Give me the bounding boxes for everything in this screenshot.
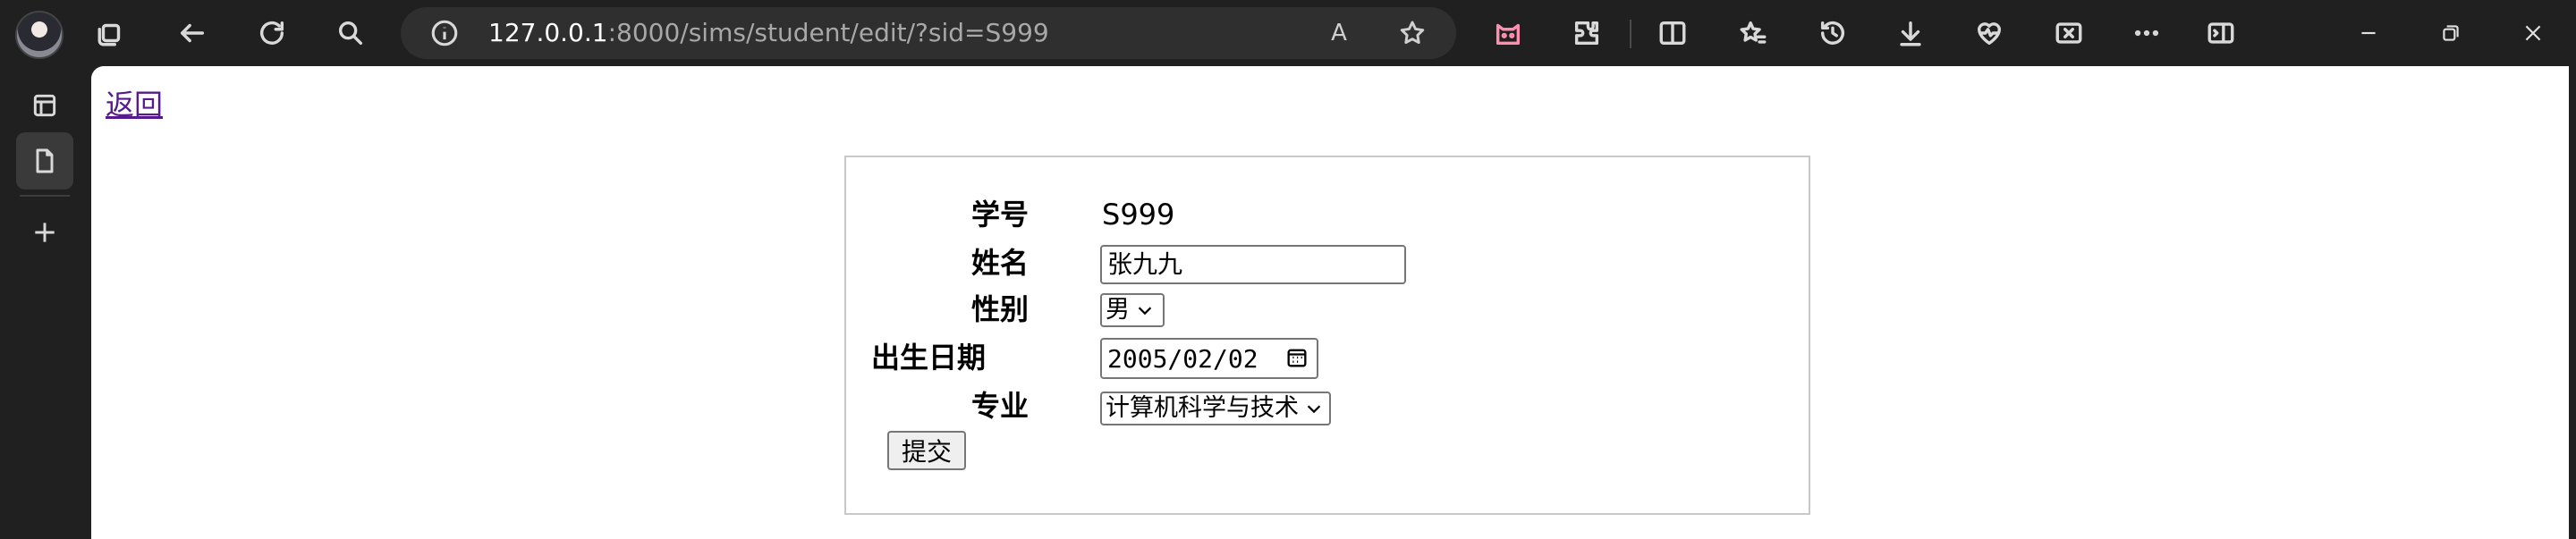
close-window-icon[interactable] xyxy=(2506,11,2560,55)
browser-toolbar: 127.0.0.1:8000/sims/student/edit/?sid=S9… xyxy=(0,0,2576,66)
site-info-icon[interactable] xyxy=(429,18,460,48)
toolbar-separator xyxy=(1630,20,1631,48)
birth-label: 出生日期 xyxy=(871,341,987,375)
workspaces-icon[interactable] xyxy=(89,11,133,55)
sid-value: S999 xyxy=(1102,198,1175,232)
url-path: :8000/sims/student/edit/?sid=S999 xyxy=(607,18,1049,47)
major-select[interactable]: 计算机科学与技术 xyxy=(1100,392,1331,425)
address-bar[interactable]: 127.0.0.1:8000/sims/student/edit/?sid=S9… xyxy=(401,7,1456,59)
read-aloud-label: A xyxy=(1331,20,1347,46)
chevron-down-icon xyxy=(1307,405,1321,414)
sidebar-divider xyxy=(20,195,70,197)
read-aloud-icon[interactable]: A xyxy=(1317,11,1361,55)
extensions-puzzle-icon[interactable] xyxy=(1564,11,1609,55)
gender-label: 性别 xyxy=(970,292,1029,326)
chevron-down-icon xyxy=(1138,307,1152,316)
url-host: 127.0.0.1 xyxy=(488,18,608,47)
name-input[interactable]: 张九九 xyxy=(1100,245,1406,284)
current-tab-page-icon[interactable] xyxy=(16,132,73,189)
cat-extension-icon[interactable] xyxy=(1486,11,1530,55)
major-label: 专业 xyxy=(970,389,1029,423)
submit-button[interactable]: 提交 xyxy=(887,431,966,470)
gender-select[interactable]: 男 xyxy=(1100,293,1165,327)
vertical-tabs-sidebar xyxy=(0,66,89,539)
url-text[interactable]: 127.0.0.1:8000/sims/student/edit/?sid=S9… xyxy=(488,18,1049,48)
calendar-icon[interactable] xyxy=(1284,345,1311,372)
browser-essentials-icon[interactable] xyxy=(1967,11,2012,55)
sidebar-toggle-icon[interactable] xyxy=(2199,11,2243,55)
minimize-icon[interactable] xyxy=(2342,11,2395,55)
favorites-icon[interactable] xyxy=(1731,11,1775,55)
gender-selected-value: 男 xyxy=(1106,296,1130,324)
more-options-icon[interactable] xyxy=(2124,11,2169,55)
new-tab-plus-icon[interactable] xyxy=(16,204,73,261)
birth-date-input[interactable]: 2005/02/02 xyxy=(1100,338,1318,379)
downloads-icon[interactable] xyxy=(1888,11,1933,55)
split-screen-icon[interactable] xyxy=(1650,11,1695,55)
page-content: 返回 学号 S999 姓名 张九九 性别 男 出生日期 2005/02/02 专… xyxy=(91,66,2569,539)
name-label: 姓名 xyxy=(970,246,1029,280)
tab-actions-icon[interactable] xyxy=(16,77,73,134)
screenshot-icon[interactable] xyxy=(2046,11,2091,55)
major-selected-value: 计算机科学与技术 xyxy=(1106,394,1299,422)
history-icon[interactable] xyxy=(1810,11,1855,55)
favorite-star-icon[interactable] xyxy=(1390,11,1435,55)
profile-avatar[interactable] xyxy=(15,11,64,59)
student-edit-form: 学号 S999 姓名 张九九 性别 男 出生日期 2005/02/02 专业 计… xyxy=(844,156,1810,515)
restore-icon[interactable] xyxy=(2424,11,2478,55)
back-link[interactable]: 返回 xyxy=(106,82,163,123)
refresh-icon[interactable] xyxy=(250,11,294,55)
search-icon[interactable] xyxy=(328,11,373,55)
birth-date-value: 2005/02/02 xyxy=(1107,343,1258,374)
back-arrow-icon[interactable] xyxy=(170,11,215,55)
sid-label: 学号 xyxy=(970,198,1029,232)
